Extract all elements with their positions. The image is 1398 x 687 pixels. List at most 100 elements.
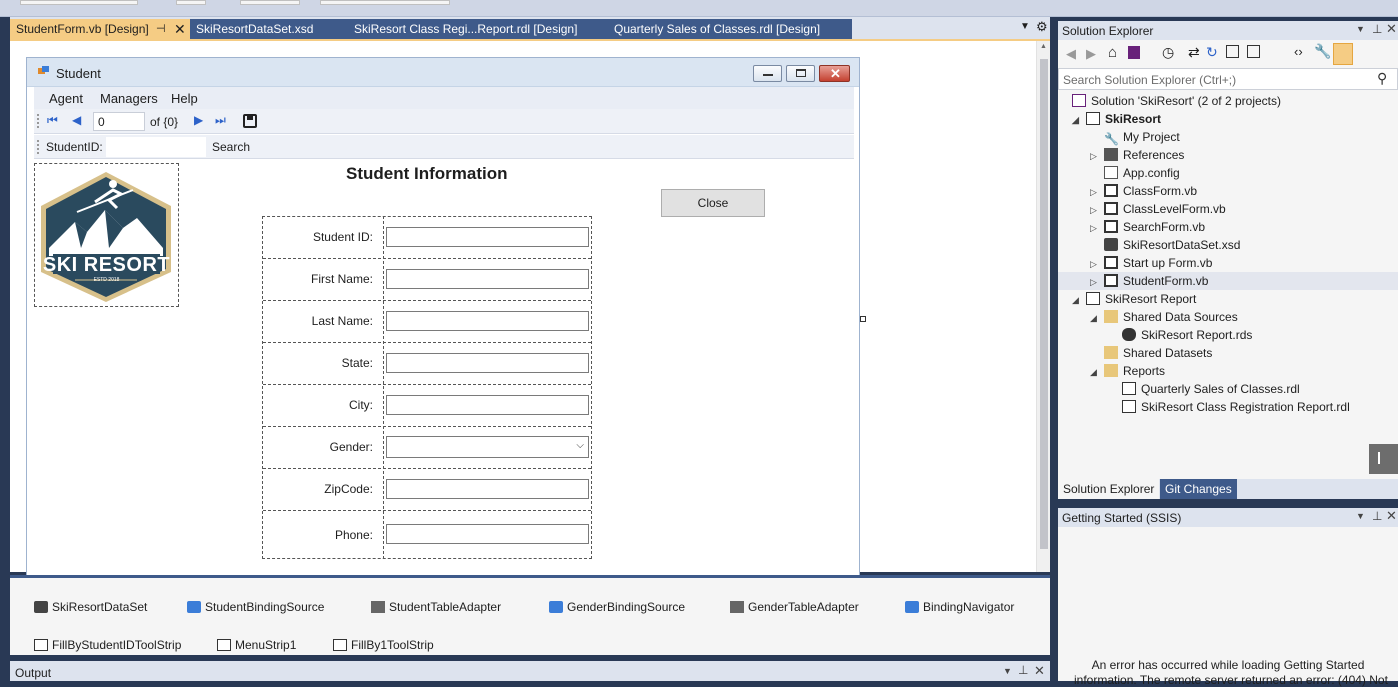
- toolbar-combo[interactable]: [20, 0, 138, 5]
- tab-studentform-design[interactable]: StudentForm.vb [Design] ⊣ ✕: [10, 19, 190, 39]
- tree-node-registration-report[interactable]: SkiResort Class Registration Report.rdl: [1122, 398, 1350, 416]
- tab-overflow-dropdown-icon[interactable]: ▼: [1020, 21, 1030, 32]
- dropdown-icon[interactable]: ▼: [1003, 666, 1012, 676]
- first-name-field[interactable]: [386, 269, 589, 289]
- tray-item-gender-binding-source[interactable]: GenderBindingSource: [549, 600, 685, 614]
- zipcode-field[interactable]: [386, 479, 589, 499]
- position-input[interactable]: 0: [93, 112, 145, 131]
- tree-node-references[interactable]: ▷ References: [1090, 146, 1184, 164]
- menu-help[interactable]: Help: [171, 91, 198, 106]
- tree-node-app-config[interactable]: App.config: [1104, 164, 1180, 182]
- logo-picturebox[interactable]: SKI RESORT ESTD 2018: [34, 163, 179, 307]
- tree-node-project-skiresort[interactable]: ◢ SkiResort: [1072, 110, 1161, 128]
- tree-node-reports[interactable]: ◢ Reports: [1090, 362, 1165, 380]
- city-field[interactable]: [386, 395, 589, 415]
- tree-node-studentform-selected[interactable]: ▷ StudentForm.vb: [1058, 272, 1398, 290]
- tab-solution-explorer[interactable]: Solution Explorer: [1058, 479, 1160, 499]
- collapsed-arrow-icon[interactable]: ▷: [1090, 183, 1104, 201]
- sync-icon[interactable]: ⇄: [1188, 44, 1200, 61]
- tray-item-menustrip[interactable]: MenuStrip1: [217, 638, 296, 652]
- tab-skiresortdataset[interactable]: SkiResortDataSet.xsd: [190, 19, 348, 39]
- last-name-field[interactable]: [386, 311, 589, 331]
- menu-agent[interactable]: Agent: [49, 91, 83, 106]
- tray-item-binding-navigator[interactable]: BindingNavigator: [905, 600, 1014, 614]
- collapsed-arrow-icon[interactable]: ▷: [1090, 255, 1104, 273]
- close-icon[interactable]: ✕: [1386, 508, 1397, 524]
- expanded-arrow-icon[interactable]: ◢: [1072, 111, 1086, 129]
- save-icon[interactable]: [243, 114, 257, 128]
- state-field[interactable]: [386, 353, 589, 373]
- close-icon[interactable]: ✕: [1034, 663, 1045, 679]
- move-first-icon[interactable]: ⏮: [47, 113, 58, 128]
- pin-icon[interactable]: ⊥: [1372, 509, 1382, 523]
- tray-item-fillbystudentid-toolstrip[interactable]: FillByStudentIDToolStrip: [34, 638, 181, 652]
- solution-explorer-search[interactable]: Search Solution Explorer (Ctrl+;) ⚲: [1058, 68, 1398, 90]
- back-icon[interactable]: ◀: [1066, 46, 1076, 62]
- close-icon[interactable]: ✕: [174, 19, 186, 39]
- preview-selected-items-icon[interactable]: [1333, 43, 1353, 65]
- search-icon[interactable]: ⚲: [1377, 70, 1387, 87]
- expanded-arrow-icon[interactable]: ◢: [1090, 363, 1104, 381]
- collapsed-arrow-icon[interactable]: ▷: [1090, 147, 1104, 165]
- tree-node-shared-data-sources[interactable]: ◢ Shared Data Sources: [1090, 308, 1238, 326]
- toolbar-combo[interactable]: [320, 0, 450, 5]
- toolbar-combo[interactable]: [176, 0, 206, 5]
- minimize-button[interactable]: [753, 65, 782, 82]
- refresh-icon[interactable]: ↻: [1206, 44, 1218, 61]
- gear-icon[interactable]: ⚙: [1036, 19, 1048, 35]
- toolbar-combo[interactable]: [240, 0, 300, 5]
- output-pane-header[interactable]: Output ▼ ⊥ ✕: [10, 661, 1050, 681]
- tray-item-dataset[interactable]: SkiResortDataSet: [34, 600, 147, 614]
- move-previous-icon[interactable]: ◀: [72, 113, 81, 127]
- tree-node-rds[interactable]: SkiResort Report.rds: [1122, 326, 1252, 344]
- tree-node-classlevelform[interactable]: ▷ ClassLevelForm.vb: [1090, 200, 1226, 218]
- collapsed-side-panel[interactable]: [1369, 444, 1398, 474]
- phone-field[interactable]: [386, 524, 589, 544]
- tree-node-classform[interactable]: ▷ ClassForm.vb: [1090, 182, 1197, 200]
- close-icon[interactable]: ✕: [1386, 21, 1397, 37]
- tree-node-startup-form[interactable]: ▷ Start up Form.vb: [1090, 254, 1212, 272]
- gender-combo[interactable]: ⌵: [386, 436, 589, 458]
- tree-node-shared-datasets[interactable]: Shared Datasets: [1104, 344, 1212, 362]
- window-close-button[interactable]: ✕: [819, 65, 850, 82]
- scroll-thumb[interactable]: [1040, 59, 1048, 549]
- tree-node-searchform[interactable]: ▷ SearchForm.vb: [1090, 218, 1205, 236]
- tree-node-quarterly-report[interactable]: Quarterly Sales of Classes.rdl: [1122, 380, 1300, 398]
- tree-node-solution[interactable]: Solution 'SkiResort' (2 of 2 projects): [1072, 92, 1281, 110]
- tab-class-registration-report[interactable]: SkiResort Class Regi...Report.rdl [Desig…: [348, 19, 608, 39]
- tray-item-student-binding-source[interactable]: StudentBindingSource: [187, 600, 324, 614]
- home-icon[interactable]: ⌂: [1108, 44, 1117, 61]
- chevron-down-icon[interactable]: ⌵: [576, 440, 584, 451]
- tab-quarterly-sales[interactable]: Quarterly Sales of Classes.rdl [Design]: [608, 19, 852, 39]
- maximize-button[interactable]: [786, 65, 815, 82]
- tab-git-changes[interactable]: Git Changes: [1160, 479, 1237, 499]
- move-last-icon[interactable]: ⏭: [215, 113, 226, 128]
- expanded-arrow-icon[interactable]: ◢: [1072, 291, 1086, 309]
- pin-icon[interactable]: ⊣: [156, 19, 166, 39]
- tray-item-student-table-adapter[interactable]: StudentTableAdapter: [371, 600, 501, 614]
- tree-node-my-project[interactable]: 🔧 My Project: [1104, 128, 1180, 146]
- vs-switch-view-icon[interactable]: [1128, 46, 1140, 59]
- view-code-icon[interactable]: ‹›: [1294, 44, 1303, 59]
- collapsed-arrow-icon[interactable]: ▷: [1090, 201, 1104, 219]
- tray-item-gender-table-adapter[interactable]: GenderTableAdapter: [730, 600, 859, 614]
- designer-vertical-scrollbar[interactable]: ▲: [1036, 41, 1050, 572]
- collapsed-arrow-icon[interactable]: ▷: [1090, 219, 1104, 237]
- move-next-icon[interactable]: ▶: [194, 113, 203, 127]
- dropdown-icon[interactable]: ▼: [1356, 511, 1365, 521]
- studentid-search-input[interactable]: [106, 137, 206, 157]
- scroll-up-icon[interactable]: ▲: [1040, 43, 1047, 50]
- forward-icon[interactable]: ▶: [1086, 46, 1096, 62]
- close-button[interactable]: Close: [661, 189, 765, 217]
- dropdown-icon[interactable]: ▼: [1356, 24, 1365, 34]
- search-button[interactable]: Search: [212, 140, 250, 154]
- pin-icon[interactable]: ⊥: [1018, 663, 1028, 677]
- tray-item-fillby1-toolstrip[interactable]: FillBy1ToolStrip: [333, 638, 434, 652]
- expanded-arrow-icon[interactable]: ◢: [1090, 309, 1104, 327]
- tree-node-report-project[interactable]: ◢ SkiResort Report: [1072, 290, 1196, 308]
- collapsed-arrow-icon[interactable]: ▷: [1090, 273, 1104, 291]
- form-resize-handle[interactable]: [860, 316, 866, 322]
- collapse-all-icon[interactable]: [1226, 45, 1239, 58]
- tree-node-dataset[interactable]: SkiResortDataSet.xsd: [1104, 236, 1240, 254]
- wrench-icon[interactable]: 🔧: [1314, 43, 1331, 60]
